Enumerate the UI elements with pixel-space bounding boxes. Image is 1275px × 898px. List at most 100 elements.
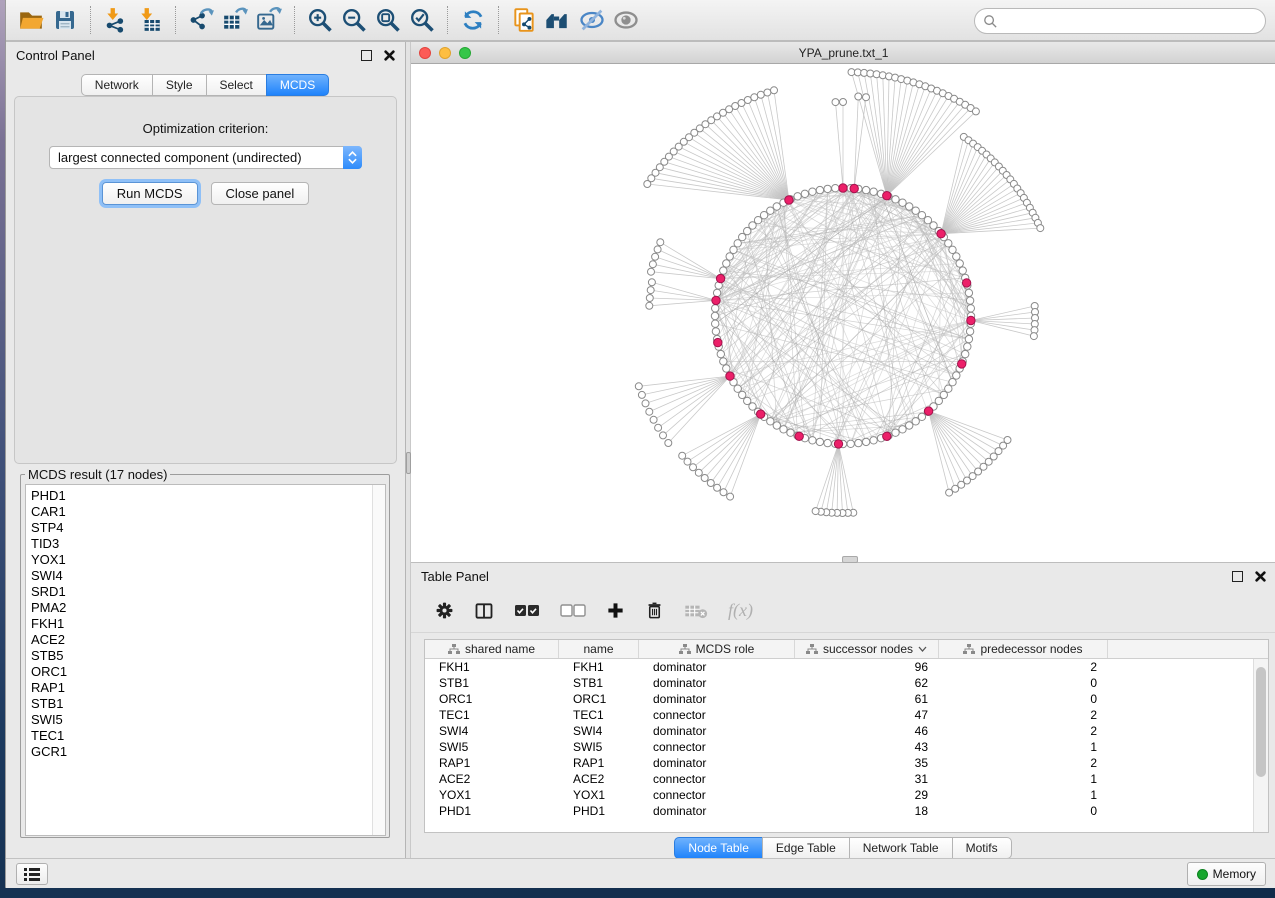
import-network-icon[interactable]: [99, 3, 133, 37]
column-header-successor-nodes[interactable]: successor nodes: [795, 640, 939, 658]
table-tabs: Node TableEdge TableNetwork TableMotifs: [675, 837, 1011, 859]
criterion-select[interactable]: largest connected component (undirected): [49, 146, 362, 169]
run-mcds-button[interactable]: Run MCDS: [102, 182, 198, 205]
result-list-item[interactable]: PHD1: [31, 488, 372, 504]
zoom-out-icon[interactable]: [337, 3, 371, 37]
app-window: Control Panel NetworkStyleSelectMCDS Opt…: [5, 0, 1275, 888]
column-header-MCDS-role[interactable]: MCDS role: [639, 640, 795, 658]
column-header-name[interactable]: name: [559, 640, 639, 658]
table-panel-title: Table Panel: [421, 569, 489, 584]
table-row[interactable]: FKH1FKH1dominator962: [425, 659, 1253, 675]
tab-motifs[interactable]: Motifs: [952, 837, 1012, 859]
table-row[interactable]: ORC1ORC1dominator610: [425, 691, 1253, 707]
result-list-item[interactable]: SWI4: [31, 568, 372, 584]
table-scrollbar[interactable]: [1253, 659, 1268, 832]
network-titlebar[interactable]: YPA_prune.txt_1: [411, 42, 1275, 64]
result-list-item[interactable]: CAR1: [31, 504, 372, 520]
tab-network[interactable]: Network: [81, 74, 153, 96]
result-list-item[interactable]: STP4: [31, 520, 372, 536]
result-list-item[interactable]: PMA2: [31, 600, 372, 616]
cell: 0: [939, 675, 1108, 691]
show-detail-icon[interactable]: [609, 3, 643, 37]
delete-table-icon[interactable]: [684, 603, 708, 619]
scrollbar-thumb[interactable]: [1256, 667, 1266, 777]
save-session-icon[interactable]: [48, 3, 82, 37]
table-row[interactable]: SWI5SWI5connector431: [425, 739, 1253, 755]
tab-select[interactable]: Select: [206, 74, 267, 96]
task-history-button[interactable]: [16, 863, 48, 885]
delete-column-icon[interactable]: [645, 601, 664, 620]
export-table-icon[interactable]: [218, 3, 252, 37]
cell: RAP1: [559, 755, 639, 771]
columns-icon[interactable]: [474, 601, 494, 621]
cell: SWI5: [425, 739, 559, 755]
browse-icon[interactable]: [541, 3, 575, 37]
memory-button[interactable]: Memory: [1187, 862, 1266, 886]
mcds-result-list[interactable]: PHD1CAR1STP4TID3YOX1SWI4SRD1PMA2FKH1ACE2…: [25, 484, 386, 836]
refresh-icon[interactable]: [456, 3, 490, 37]
float-table-panel-icon[interactable]: [1232, 571, 1243, 582]
zoom-in-icon[interactable]: [303, 3, 337, 37]
tab-mcds[interactable]: MCDS: [266, 74, 329, 96]
cell: 43: [795, 739, 939, 755]
search-box[interactable]: [974, 8, 1266, 34]
search-input[interactable]: [998, 14, 1265, 29]
select-all-icon[interactable]: [514, 604, 540, 618]
function-builder-icon[interactable]: f(x): [728, 600, 753, 621]
float-panel-icon[interactable]: [361, 50, 372, 61]
export-image-icon[interactable]: [252, 3, 286, 37]
add-column-icon[interactable]: [606, 601, 625, 620]
deselect-all-icon[interactable]: [560, 604, 586, 618]
zoom-selected-icon[interactable]: [405, 3, 439, 37]
share-document-icon[interactable]: [507, 3, 541, 37]
table-row[interactable]: RAP1RAP1dominator352: [425, 755, 1253, 771]
table-row[interactable]: YOX1YOX1connector291: [425, 787, 1253, 803]
table-row[interactable]: SWI4SWI4dominator462: [425, 723, 1253, 739]
result-list-item[interactable]: SRD1: [31, 584, 372, 600]
horizontal-splitter-grip[interactable]: [842, 556, 858, 563]
result-list-item[interactable]: FKH1: [31, 616, 372, 632]
network-title: YPA_prune.txt_1: [411, 46, 1275, 60]
gear-icon[interactable]: [435, 601, 454, 620]
result-list-item[interactable]: STB5: [31, 648, 372, 664]
table-row[interactable]: STB1STB1dominator620: [425, 675, 1253, 691]
cell: dominator: [639, 659, 795, 675]
table-panel: Table Panel f(x) shared namenameMCDS rol…: [411, 562, 1275, 858]
column-header-shared-name[interactable]: shared name: [425, 640, 559, 658]
tab-style[interactable]: Style: [152, 74, 207, 96]
export-network-icon[interactable]: [184, 3, 218, 37]
import-table-icon[interactable]: [133, 3, 167, 37]
result-list-item[interactable]: RAP1: [31, 680, 372, 696]
result-list-item[interactable]: YOX1: [31, 552, 372, 568]
select-stepper-icon: [343, 146, 362, 169]
cell: 46: [795, 723, 939, 739]
result-list-item[interactable]: ORC1: [31, 664, 372, 680]
table-row[interactable]: PHD1PHD1dominator180: [425, 803, 1253, 819]
tab-network-table[interactable]: Network Table: [849, 837, 953, 859]
table-row[interactable]: ACE2ACE2connector311: [425, 771, 1253, 787]
result-list-item[interactable]: GCR1: [31, 744, 372, 760]
hide-detail-icon[interactable]: [575, 3, 609, 37]
tab-node-table[interactable]: Node Table: [674, 837, 763, 859]
list-icon: [24, 868, 40, 881]
tab-edge-table[interactable]: Edge Table: [762, 837, 850, 859]
network-window: YPA_prune.txt_1: [411, 42, 1275, 562]
criterion-value: largest connected component (undirected): [50, 150, 343, 165]
list-scrollbar[interactable]: [372, 485, 385, 835]
result-list-item[interactable]: TEC1: [31, 728, 372, 744]
close-panel-button[interactable]: Close panel: [211, 182, 310, 205]
result-list-item[interactable]: ACE2: [31, 632, 372, 648]
close-table-panel-icon[interactable]: [1255, 571, 1266, 582]
table-row[interactable]: TEC1TEC1connector472: [425, 707, 1253, 723]
column-header-predecessor-nodes[interactable]: predecessor nodes: [939, 640, 1108, 658]
zoom-fit-icon[interactable]: [371, 3, 405, 37]
network-canvas[interactable]: [411, 64, 1275, 562]
result-list-item[interactable]: TID3: [31, 536, 372, 552]
cell: PHD1: [559, 803, 639, 819]
cell: ORC1: [559, 691, 639, 707]
cell: dominator: [639, 803, 795, 819]
result-list-item[interactable]: STB1: [31, 696, 372, 712]
close-panel-icon[interactable]: [384, 50, 395, 61]
result-list-item[interactable]: SWI5: [31, 712, 372, 728]
open-file-icon[interactable]: [14, 3, 48, 37]
